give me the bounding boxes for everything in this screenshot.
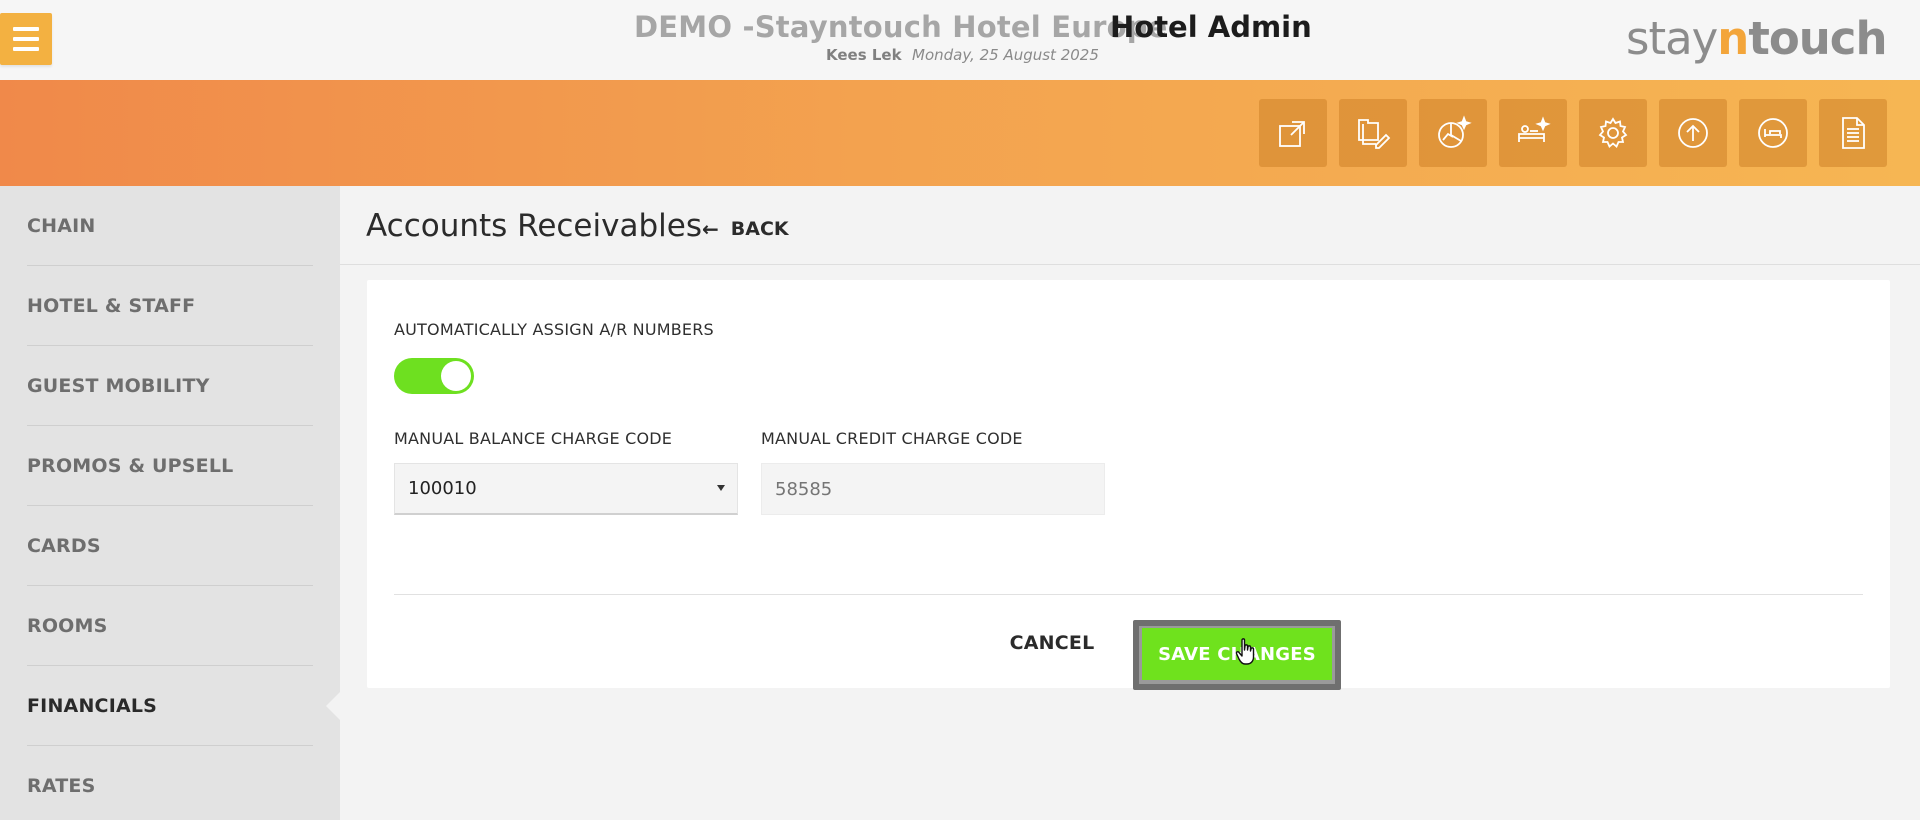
top-header: DEMO -Stayntouch Hotel Europe Hotel Admi… [0,0,1920,80]
stayntouch-logo: stayntouch [1626,12,1888,65]
external-link-icon [1279,121,1305,147]
settings-gear-icon [1598,117,1628,148]
accounts-receivables-form: AUTOMATICALLY ASSIGN A/R NUMBERS MANUAL … [367,280,1890,690]
app-name: Hotel Admin [1110,10,1312,44]
hamburger-icon [13,27,39,31]
title-divider [340,264,1920,265]
bed-icon [1758,118,1788,148]
user-name: Kees Lek [826,46,902,64]
sidebar-item-rooms[interactable]: ROOMS [27,586,313,666]
back-label: BACK [730,218,789,240]
back-button[interactable]: ← BACK [702,216,789,242]
auto-assign-toggle[interactable] [394,358,474,394]
settings-button[interactable] [1579,99,1647,167]
form-divider [394,594,1863,595]
sidebar-item-hotel-staff[interactable]: HOTEL & STAFF [27,266,313,346]
admin-sidebar: CHAIN HOTEL & STAFF GUEST MOBILITY PROMO… [0,186,340,820]
caret-down-icon [717,485,725,491]
analytics-button[interactable] [1419,99,1487,167]
edit-documents-icon [1358,119,1391,149]
sidebar-item-rates[interactable]: RATES [27,746,313,820]
header-title-block: DEMO -Stayntouch Hotel Europe Hotel Admi… [634,10,1312,70]
main-content: Accounts Receivables ← BACK AUTOMATICALL… [340,186,1920,820]
edit-documents-button[interactable] [1339,99,1407,167]
hotel-name[interactable]: DEMO -Stayntouch Hotel Europe [634,10,1168,44]
sidebar-item-cards[interactable]: CARDS [27,506,313,586]
auto-assign-label: AUTOMATICALLY ASSIGN A/R NUMBERS [394,320,714,339]
cancel-button[interactable]: CANCEL [997,625,1107,661]
credit-code-label: MANUAL CREDIT CHARGE CODE [761,429,1023,448]
page-title: Accounts Receivables [366,208,702,244]
hamburger-menu-button[interactable] [0,13,52,65]
housekeeping-button[interactable] [1499,99,1567,167]
balance-code-label: MANUAL BALANCE CHARGE CODE [394,429,673,448]
balance-code-select[interactable]: 100010 [394,463,738,515]
sidebar-item-guest-mobility[interactable]: GUEST MOBILITY [27,346,313,426]
rooms-status-button[interactable] [1739,99,1807,167]
action-bar [0,80,1920,186]
reports-button[interactable] [1819,99,1887,167]
toggle-knob [441,361,471,391]
sidebar-item-promos-upsell[interactable]: PROMOS & UPSELL [27,426,313,506]
arrow-left-icon: ← [702,217,719,241]
upload-icon [1678,118,1708,148]
analytics-sparkle-icon [1438,115,1472,148]
housekeeping-icon [1518,116,1551,142]
upload-button[interactable] [1659,99,1727,167]
sidebar-item-chain[interactable]: CHAIN [27,186,313,266]
balance-code-value: 100010 [408,478,477,499]
external-link-button[interactable] [1259,99,1327,167]
credit-code-input[interactable] [761,463,1105,515]
document-icon [1842,117,1865,149]
sidebar-item-financials[interactable]: FINANCIALS [27,666,313,746]
active-section-indicator [326,690,342,722]
hand-cursor-icon [1235,638,1255,665]
business-date: Monday, 25 August 2025 [912,46,1099,64]
